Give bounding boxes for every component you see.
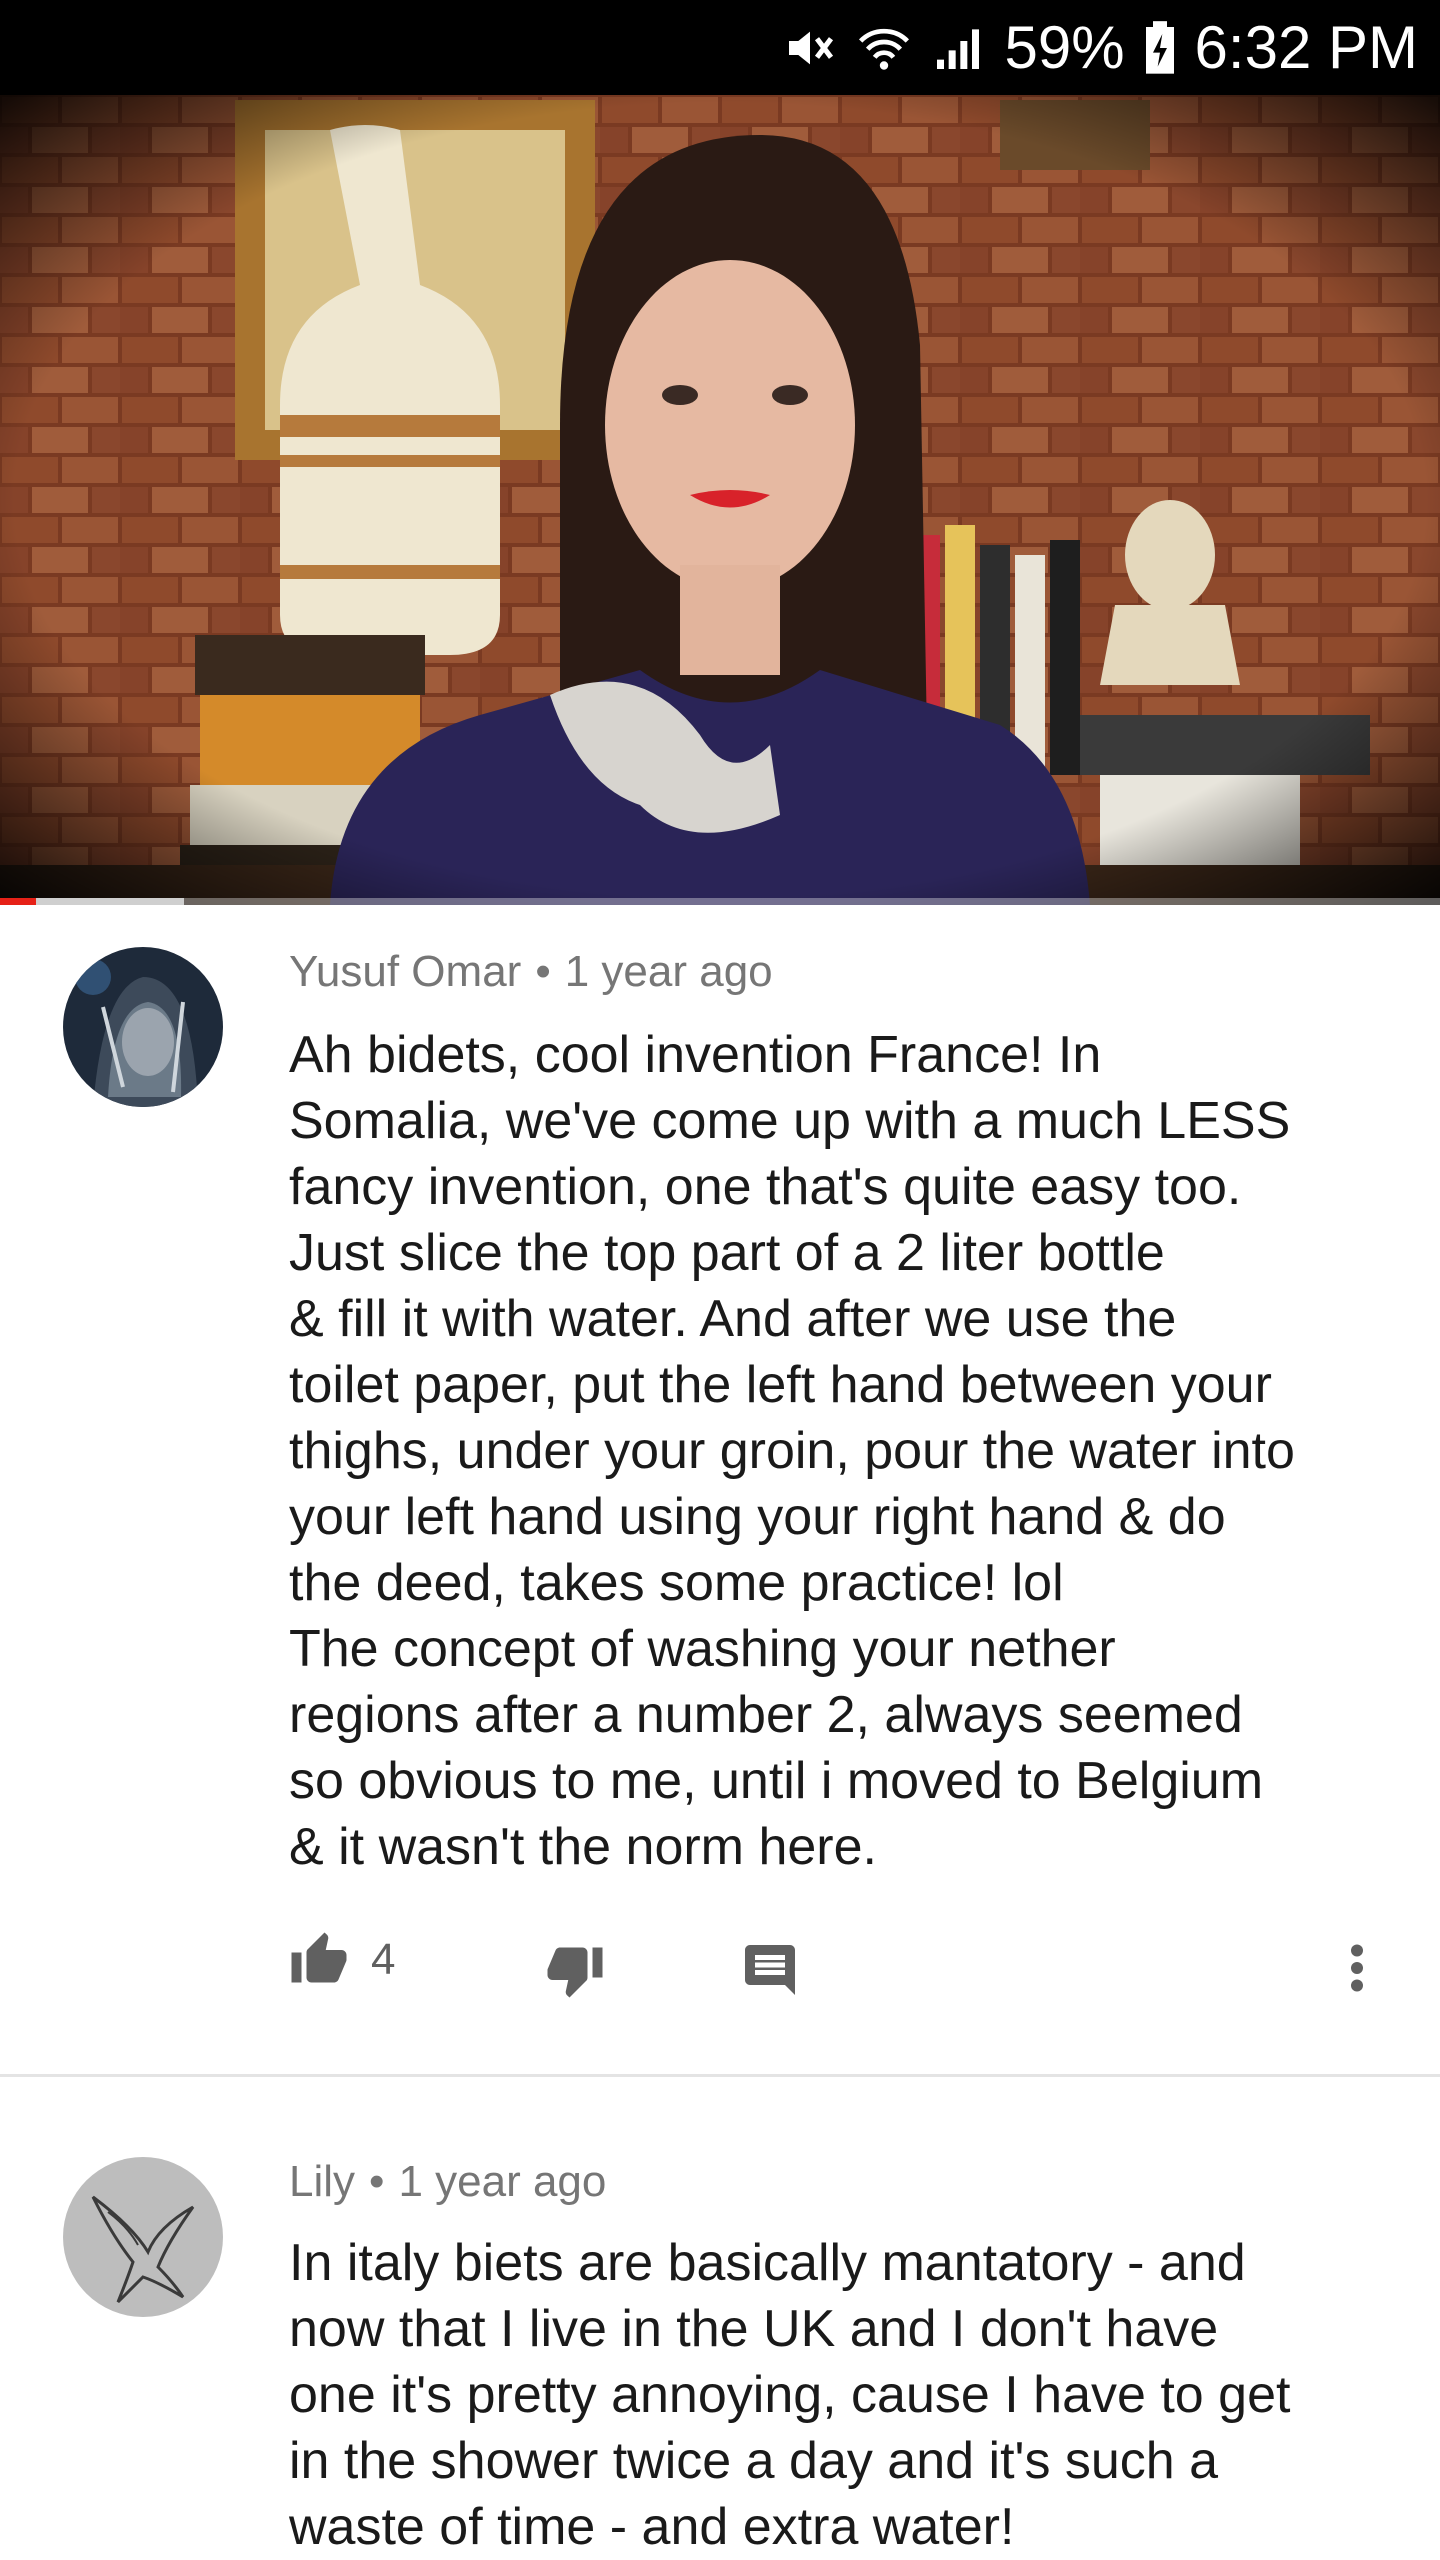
comment-author[interactable]: Lily — [289, 2157, 355, 2206]
mute-icon — [782, 20, 838, 76]
video-progress-watched — [0, 898, 36, 905]
video-frame — [0, 95, 1440, 905]
comment-body: In italy biets are basically mantatory -… — [289, 2234, 1291, 2556]
meta-separator: • — [535, 947, 551, 996]
like-count: 4 — [371, 1935, 396, 1984]
status-bar: 59% 6:32 PM — [0, 0, 1440, 95]
hooded-figure-avatar-icon — [63, 947, 223, 1107]
comment-time: 1 year ago — [564, 947, 773, 996]
thumbs-up-icon — [291, 1932, 347, 1983]
more-vert-icon — [1351, 1944, 1363, 1992]
battery-charging-icon — [1143, 20, 1177, 76]
comment-meta: Yusuf Omar • 1 year ago — [289, 947, 773, 997]
comment-item: Yusuf Omar • 1 year ago Ah bidets, cool in… — [0, 905, 1440, 2075]
dislike-button[interactable] — [545, 1940, 605, 2000]
comment-item: Lily • 1 year ago In italy biets are basic… — [0, 2077, 1440, 2560]
swallow-tattoo-avatar-icon — [63, 2157, 223, 2317]
wifi-icon — [856, 20, 912, 76]
battery-percent: 59% — [1004, 14, 1125, 81]
comment-meta: Lily • 1 year ago — [289, 2157, 606, 2207]
comment-body: Ah bidets, cool invention France! In Som… — [289, 1026, 1295, 1876]
status-time: 6:32 PM — [1194, 14, 1418, 81]
like-button[interactable]: 4 — [289, 1930, 395, 1990]
thumbs-down-icon — [547, 1947, 603, 1998]
signal-icon — [930, 20, 986, 76]
reply-button[interactable] — [740, 1940, 800, 2000]
avatar[interactable] — [63, 2157, 223, 2317]
meta-separator: • — [369, 2157, 385, 2206]
video-player[interactable] — [0, 95, 1440, 905]
video-progress-bar[interactable] — [0, 898, 1440, 905]
comment-actions: 4 — [0, 1930, 1440, 2020]
more-options-button[interactable] — [1345, 1938, 1369, 1998]
comment-author[interactable]: Yusuf Omar — [289, 947, 521, 996]
comment-time: 1 year ago — [398, 2157, 607, 2206]
avatar[interactable] — [63, 947, 223, 1107]
comment-icon — [745, 1945, 795, 1995]
